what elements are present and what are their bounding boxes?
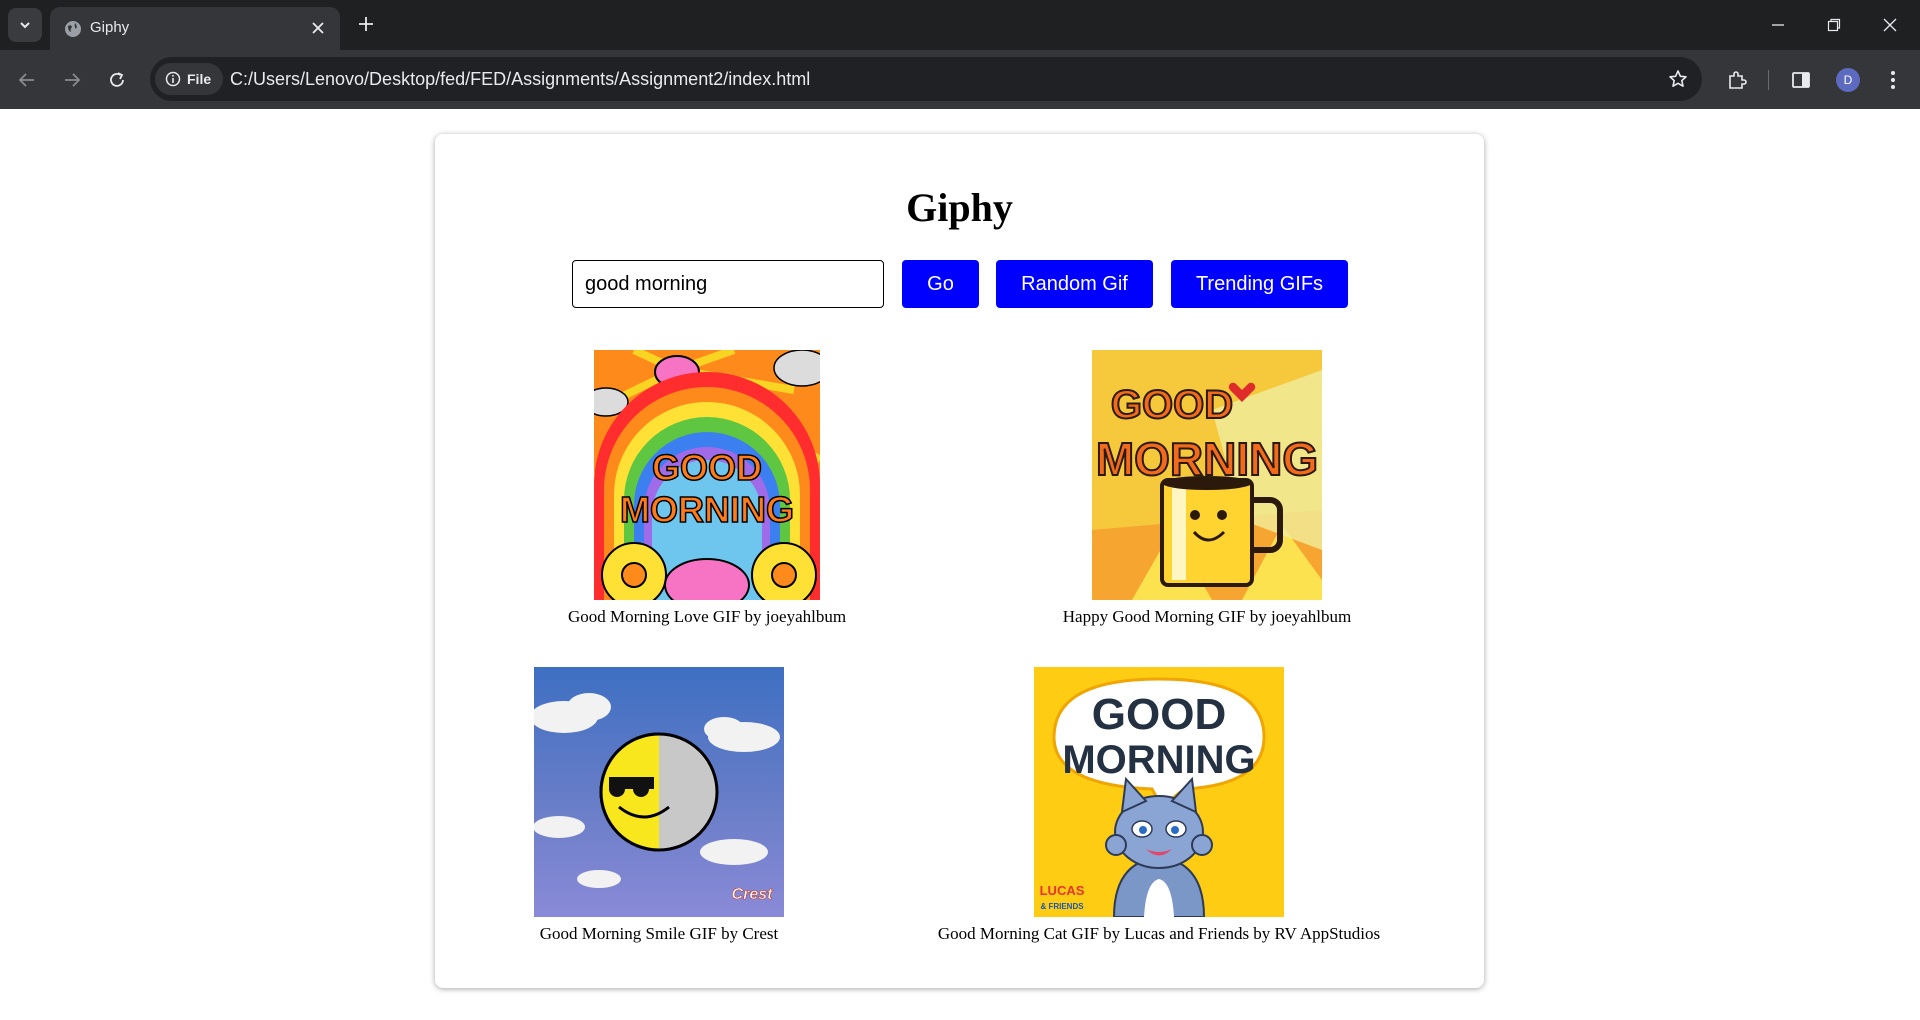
gif4-text-line2: MORNING [1062,738,1255,782]
gif-image-4[interactable]: GOOD MORNING LUCAS & FRIENDS [1034,667,1284,917]
gif-image-3[interactable]: Crest [534,667,784,917]
random-gif-button[interactable]: Random Gif [996,260,1153,308]
url-text[interactable]: C:/Users/Lenovo/Desktop/fed/FED/Assignme… [230,69,810,90]
gif1-text-line2: MORNING [620,489,794,530]
new-tab-plus-icon[interactable] [352,10,380,38]
close-window-icon[interactable] [1862,0,1918,50]
chevron-down-icon [20,22,30,29]
gif4-brand-line2: & FRIENDS [1040,902,1084,911]
gif2-text-line1: GOOD [1111,383,1233,427]
gif-image-2[interactable]: GOOD MORNING [1092,350,1322,600]
go-button[interactable]: Go [902,260,979,308]
reload-icon[interactable] [100,63,134,97]
profile-avatar[interactable]: D [1836,68,1860,92]
main-card: Giphy Go Random Gif Trending GIFs GOOD M… [435,134,1484,988]
gif1-text-line1: GOOD [652,447,762,488]
back-arrow-icon[interactable] [10,63,44,97]
gif4-text-line1: GOOD [1092,690,1226,739]
gif-caption-2: Happy Good Morning GIF by joeyahlbum [1062,607,1352,626]
close-tab-icon[interactable] [306,16,330,40]
browser-tab[interactable]: Giphy [50,7,340,50]
tab-search-button[interactable] [8,8,42,42]
restore-icon[interactable] [1806,0,1862,50]
coffee-mug-illustration: GOOD MORNING [1092,350,1322,600]
site-chip-label: File [187,71,212,87]
smiling-moon-illustration: Crest [534,667,784,917]
trending-gifs-button[interactable]: Trending GIFs [1171,260,1348,308]
tab-strip: Giphy [0,0,1920,50]
browser-toolbar: File C:/Users/Lenovo/Desktop/fed/FED/Ass… [0,50,1920,109]
page-title: Giphy [906,185,1013,230]
forward-arrow-icon[interactable] [55,63,89,97]
gif3-brand-text: Crest [732,886,774,903]
extensions-puzzle-icon[interactable] [1720,63,1754,97]
site-info-chip[interactable]: File [155,63,224,95]
bookmark-star-icon[interactable] [1664,65,1692,93]
side-panel-icon[interactable] [1784,63,1818,97]
info-icon [165,71,181,87]
cat-good-morning-illustration: GOOD MORNING LUCAS & FRIENDS [1034,667,1284,917]
toolbar-divider [1768,70,1769,90]
search-input[interactable] [572,260,884,308]
gif-caption-3: Good Morning Smile GIF by Crest [539,924,779,943]
rainbow-good-morning-illustration: GOOD MORNING [594,350,820,600]
minimize-icon[interactable] [1750,0,1806,50]
gif-caption-4: Good Morning Cat GIF by Lucas and Friend… [937,924,1381,943]
gif4-brand-line1: LUCAS [1040,883,1085,898]
gif-caption-1: Good Morning Love GIF by joeyahlbum [567,607,847,626]
address-bar[interactable]: File C:/Users/Lenovo/Desktop/fed/FED/Ass… [150,57,1702,101]
kebab-menu-icon[interactable] [1876,63,1910,97]
tab-title: Giphy [90,19,130,36]
globe-icon [65,21,81,37]
gif-image-1[interactable]: GOOD MORNING [594,350,820,600]
